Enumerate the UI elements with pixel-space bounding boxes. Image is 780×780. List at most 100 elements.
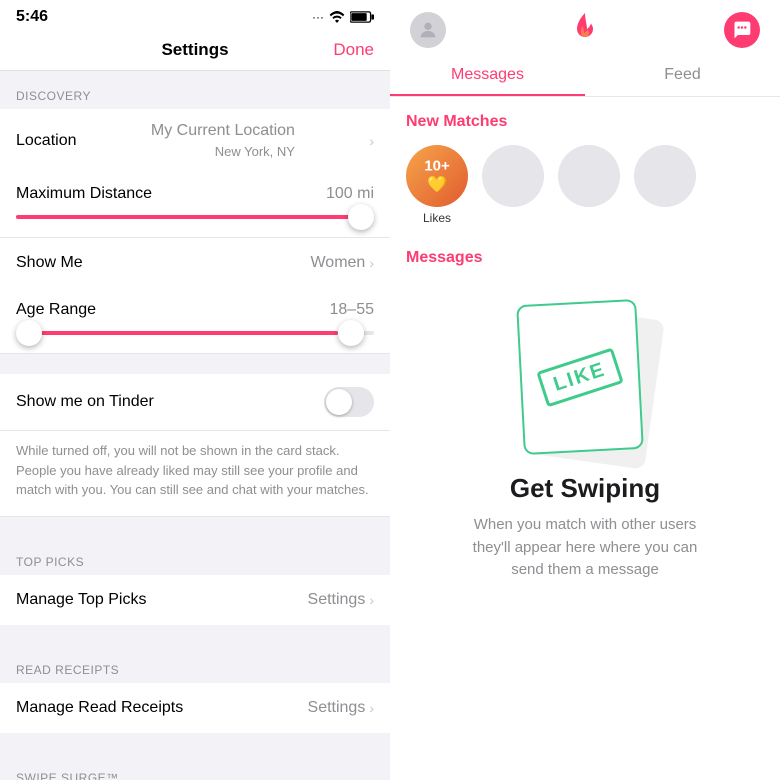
settings-header: Settings Done	[0, 30, 390, 71]
likes-item[interactable]: 10+ 💛 Likes	[406, 145, 468, 225]
show-me-value: Women ›	[310, 254, 374, 272]
show-on-tinder-group: Show me on Tinder While turned off, you …	[0, 374, 390, 517]
status-bar: 5:46 ···	[0, 0, 390, 30]
likes-count: 10+	[424, 158, 449, 175]
likes-avatar: 10+ 💛	[406, 145, 468, 207]
tinder-logo[interactable]	[567, 12, 603, 48]
distance-slider-fill	[16, 215, 356, 219]
likes-label: Likes	[423, 211, 451, 225]
section-gap-2	[0, 517, 390, 537]
messages-heading: Messages	[406, 249, 764, 267]
manage-read-receipts-label: Manage Read Receipts	[16, 699, 183, 717]
match-item-1	[482, 145, 544, 225]
swipe-surge-label: SWIPE SURGE™	[0, 753, 390, 780]
tinder-flame-icon	[571, 13, 599, 47]
age-slider-thumb-right[interactable]	[338, 320, 364, 346]
get-swiping-description: When you match with other users they'll …	[455, 514, 715, 582]
max-distance-row: Maximum Distance 100 mi	[16, 172, 374, 211]
show-me-chevron: ›	[369, 255, 374, 271]
section-gap-4	[0, 733, 390, 753]
show-on-tinder-label: Show me on Tinder	[16, 393, 154, 411]
tab-feed-label: Feed	[664, 66, 700, 83]
show-me-label: Show Me	[16, 254, 83, 272]
manage-read-receipts-chevron: ›	[369, 700, 374, 716]
card-front: LIKE	[516, 299, 644, 455]
card-illustration: LIKE	[505, 297, 665, 457]
section-gap-3	[0, 625, 390, 645]
age-slider-fill	[16, 331, 338, 335]
age-slider-track[interactable]	[16, 331, 374, 335]
settings-title: Settings	[161, 40, 228, 60]
manage-top-picks-row[interactable]: Manage Top Picks Settings ›	[0, 575, 390, 625]
battery-icon	[350, 11, 374, 23]
tab-feed[interactable]: Feed	[585, 56, 780, 96]
read-receipts-group: Manage Read Receipts Settings ›	[0, 683, 390, 733]
status-time: 5:46	[16, 8, 48, 26]
wifi-icon	[329, 11, 345, 23]
read-receipts-label: READ RECEIPTS	[0, 645, 390, 683]
match-avatar-2	[558, 145, 620, 207]
show-on-tinder-row[interactable]: Show me on Tinder	[0, 374, 390, 431]
manage-top-picks-value-text: Settings	[308, 591, 366, 609]
match-avatar-3	[634, 145, 696, 207]
manage-read-receipts-value: Settings ›	[308, 699, 374, 717]
location-sub: New York, NY	[215, 144, 295, 159]
likes-badge: 10+ 💛	[424, 158, 449, 195]
top-picks-group: Manage Top Picks Settings ›	[0, 575, 390, 625]
like-stamp: LIKE	[536, 347, 623, 407]
match-item-3	[634, 145, 696, 225]
age-range-label: Age Range	[16, 301, 96, 319]
show-me-value-text: Women	[310, 254, 365, 272]
section-gap-1	[0, 354, 390, 374]
location-row[interactable]: Location My Current Location New York, N…	[0, 109, 390, 172]
age-range-row: Age Range 18–55	[16, 288, 374, 327]
matches-row: 10+ 💛 Likes	[406, 145, 764, 225]
tab-messages-label: Messages	[451, 66, 524, 83]
person-icon	[417, 19, 439, 41]
age-range-container: Age Range 18–55	[0, 288, 390, 354]
manage-top-picks-value: Settings ›	[308, 591, 374, 609]
tab-messages[interactable]: Messages	[390, 56, 585, 96]
chat-bubble-icon[interactable]	[724, 12, 760, 48]
messages-panel: Messages Feed New Matches 10+ 💛 Likes	[390, 0, 780, 780]
messages-content: New Matches 10+ 💛 Likes	[390, 97, 780, 780]
new-matches-heading: New Matches	[406, 113, 764, 131]
age-slider-thumb-left[interactable]	[16, 320, 42, 346]
manage-read-receipts-value-text: Settings	[308, 699, 366, 717]
max-distance-label: Maximum Distance	[16, 185, 152, 203]
max-distance-container: Maximum Distance 100 mi	[0, 172, 390, 238]
match-item-2	[558, 145, 620, 225]
settings-panel: 5:46 ··· Settings Done DISCOVERY Locatio…	[0, 0, 390, 780]
signal-icon: ···	[312, 10, 324, 24]
show-me-group: Show Me Women ›	[0, 238, 390, 288]
profile-avatar[interactable]	[410, 12, 446, 48]
show-on-tinder-toggle[interactable]	[324, 387, 374, 417]
tabs-bar: Messages Feed	[390, 56, 780, 97]
get-swiping-title: Get Swiping	[510, 473, 660, 504]
top-picks-label: TOP PICKS	[0, 537, 390, 575]
max-distance-value: 100 mi	[326, 185, 374, 203]
location-chevron: ›	[369, 133, 374, 149]
distance-slider-thumb[interactable]	[348, 204, 374, 230]
manage-top-picks-label: Manage Top Picks	[16, 591, 146, 609]
likes-heart-icon: 💛	[427, 177, 447, 194]
show-me-row[interactable]: Show Me Women ›	[0, 238, 390, 288]
match-avatar-1	[482, 145, 544, 207]
status-icons: ···	[312, 10, 374, 24]
toggle-knob	[326, 389, 352, 415]
manage-top-picks-chevron: ›	[369, 592, 374, 608]
age-range-value: 18–55	[330, 301, 375, 319]
discovery-label: DISCOVERY	[0, 71, 390, 109]
get-swiping-section: LIKE Get Swiping When you match with oth…	[406, 287, 764, 582]
distance-slider-track[interactable]	[16, 215, 374, 219]
chat-icon	[732, 20, 752, 40]
done-button[interactable]: Done	[333, 40, 374, 60]
location-value: My Current Location New York, NY	[151, 122, 295, 159]
discovery-group: Location My Current Location New York, N…	[0, 109, 390, 172]
settings-content: DISCOVERY Location My Current Location N…	[0, 71, 390, 780]
location-main: My Current Location	[151, 122, 295, 140]
location-label: Location	[16, 132, 77, 150]
manage-read-receipts-row[interactable]: Manage Read Receipts Settings ›	[0, 683, 390, 733]
disclaimer-text: While turned off, you will not be shown …	[0, 431, 390, 517]
top-nav-bar	[390, 0, 780, 56]
